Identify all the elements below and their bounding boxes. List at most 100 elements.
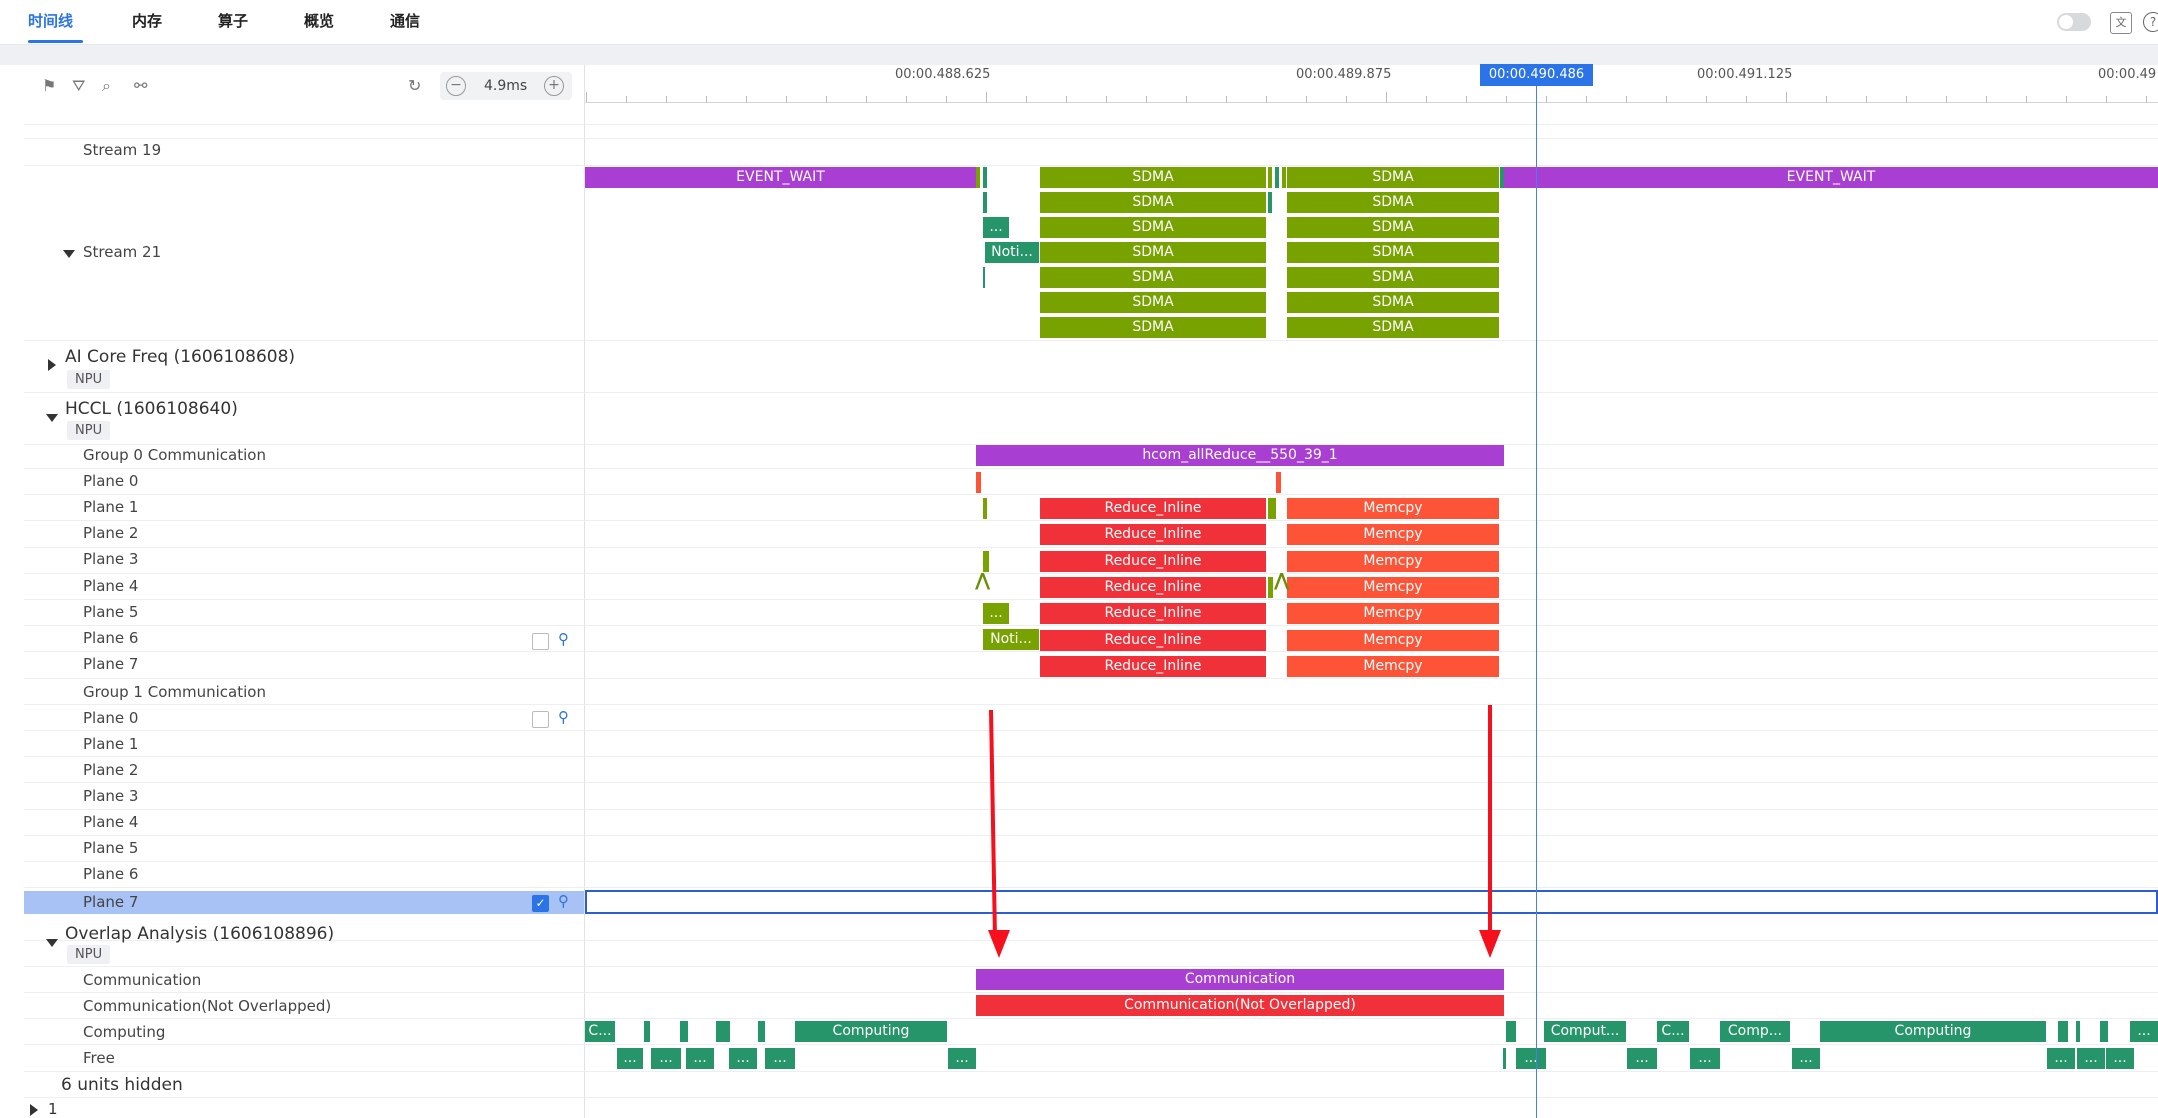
collapse-icon[interactable] [63,250,75,258]
tab-operator[interactable]: 算子 [218,10,248,31]
row-label-free[interactable]: Free [83,1049,115,1067]
bar-memcpy[interactable]: Memcpy [1287,603,1499,625]
bar-sliver[interactable] [1500,167,1504,188]
bar-free[interactable]: ... [651,1048,681,1069]
row-label-plane[interactable]: Plane 7 [83,655,138,673]
bar-sliver[interactable] [644,1021,650,1042]
row-label-stream-21[interactable]: Stream 21 [83,243,161,261]
bar-memcpy[interactable]: Memcpy [1287,550,1499,572]
bar-sdma[interactable]: SDMA [1287,242,1499,263]
row-checkbox[interactable] [532,711,549,728]
unit-overlap-analysis[interactable]: Overlap Analysis (1606108896) [65,924,334,944]
bar-computing[interactable]: Comput... [1544,1021,1626,1042]
bar-memcpy[interactable]: Memcpy [1287,576,1499,598]
bar-ellipsis[interactable]: ... [983,217,1009,238]
row-label-plane[interactable]: Plane 0 [83,709,138,727]
bar-reduce-inline[interactable]: Reduce_Inline [1040,524,1266,546]
bar-sliver[interactable] [680,1021,688,1042]
bar-reduce-inline[interactable]: Reduce_Inline [1040,603,1266,625]
bar-free[interactable]: ... [729,1048,757,1069]
row-label-plane[interactable]: Plane 5 [83,839,138,857]
hidden-units-note[interactable]: 6 units hidden [61,1075,183,1095]
bar-sliver[interactable] [716,1021,730,1042]
bar-free[interactable]: ... [2106,1048,2134,1069]
bar-sliver[interactable] [1268,192,1272,213]
tab-memory[interactable]: 内存 [132,10,162,31]
bar-sdma[interactable]: SDMA [1040,192,1266,213]
row-label-plane[interactable]: Plane 3 [83,550,138,568]
pin-icon[interactable]: ⚲ [558,892,569,910]
bar-free[interactable]: ... [1792,1048,1820,1069]
bar-notify[interactable]: Noti... [985,242,1039,263]
bar-sliver[interactable] [1268,498,1276,519]
expand-icon[interactable] [30,1104,38,1116]
flag-icon[interactable]: ⚑ [42,76,56,95]
bar-memcpy[interactable]: Memcpy [1287,498,1499,519]
bar-sliver[interactable] [983,267,985,288]
bar-sliver[interactable] [1503,1048,1506,1069]
unit-hccl[interactable]: HCCL (1606108640) [65,399,238,419]
bar-reduce-inline[interactable]: Reduce_Inline [1040,655,1266,677]
bar-free[interactable]: ... [2077,1048,2105,1069]
reset-zoom-icon[interactable]: ↻ [408,76,421,95]
row-label-comm-not-overlapped[interactable]: Communication(Not Overlapped) [83,997,331,1015]
bar-sliver[interactable] [1276,472,1281,493]
bar-sdma[interactable]: SDMA [1040,267,1266,288]
row-label-plane[interactable]: Plane 1 [83,498,138,516]
help-icon[interactable]: ? [2143,12,2158,32]
bar-sliver[interactable] [1506,1021,1516,1042]
bar-sdma[interactable]: SDMA [1287,217,1499,238]
bar-memcpy[interactable]: Memcpy [1287,655,1499,677]
row-label-plane[interactable]: Plane 0 [83,472,138,490]
bar-event-wait[interactable]: EVENT_WAIT [585,167,976,188]
collapse-icon[interactable] [46,939,58,947]
filter-icon[interactable]: ⛛ [72,76,85,96]
bar-free[interactable]: ... [686,1048,714,1069]
row-label-group-1[interactable]: Group 1 Communication [83,683,266,701]
bar-sdma[interactable]: SDMA [1040,217,1266,238]
bar-memcpy[interactable]: Memcpy [1287,629,1499,651]
tab-overview[interactable]: 概览 [304,10,334,31]
bar-sdma[interactable]: SDMA [1287,167,1499,188]
row-label-group-0[interactable]: Group 0 Communication [83,446,266,464]
row-label-stream-19[interactable]: Stream 19 [83,141,161,159]
row-label-plane[interactable]: Plane 5 [83,603,138,621]
tab-communication[interactable]: 通信 [390,10,420,31]
bar-sliver[interactable] [983,498,987,519]
bar-sliver[interactable] [2100,1021,2108,1042]
bar-reduce-inline[interactable]: Reduce_Inline [1040,550,1266,572]
zoom-out-button[interactable]: − [446,76,466,96]
bar-sdma[interactable]: SDMA [1040,242,1266,263]
bar-sliver[interactable] [2058,1021,2068,1042]
bar-sliver[interactable] [983,167,987,188]
bar-sliver[interactable] [758,1021,765,1042]
bar-computing[interactable]: C... [585,1021,615,1042]
row-label-plane[interactable]: Plane 2 [83,524,138,542]
bar-computing[interactable]: Computing [1820,1021,2046,1042]
bar-reduce-inline[interactable]: Reduce_Inline [1040,629,1266,651]
bar-sliver[interactable] [983,551,989,572]
language-icon[interactable]: 文 [2110,12,2132,34]
row-label-plane[interactable]: Plane 6 [83,629,138,647]
row-label-plane[interactable]: Plane 3 [83,787,138,805]
bar-sdma[interactable]: SDMA [1287,192,1499,213]
bar-sdma[interactable]: SDMA [1040,292,1266,313]
expand-icon[interactable] [48,359,56,371]
bar-sliver[interactable] [976,472,981,493]
bar-free[interactable]: ... [617,1048,643,1069]
pin-icon[interactable]: ⚲ [558,708,569,726]
bar-computing[interactable]: Comp... [1720,1021,1790,1042]
bar-sliver[interactable] [1268,577,1273,598]
row-label-plane[interactable]: Plane 1 [83,735,138,753]
bar-reduce-inline[interactable]: Reduce_Inline [1040,576,1266,598]
link-icon[interactable]: ⚯ [134,76,147,95]
bar-free[interactable]: ... [2047,1048,2075,1069]
bar-event-wait[interactable]: EVENT_WAIT [1504,167,2158,188]
row-checkbox[interactable] [532,633,549,650]
bar-sliver[interactable] [1275,167,1279,188]
bar-sdma[interactable]: SDMA [1287,267,1499,288]
cursor-time-label[interactable]: 00:00.490.486 [1480,64,1593,86]
pin-icon[interactable]: ⚲ [558,630,569,648]
bar-reduce-inline[interactable]: Reduce_Inline [1040,498,1266,519]
row-label-communication[interactable]: Communication [83,971,201,989]
